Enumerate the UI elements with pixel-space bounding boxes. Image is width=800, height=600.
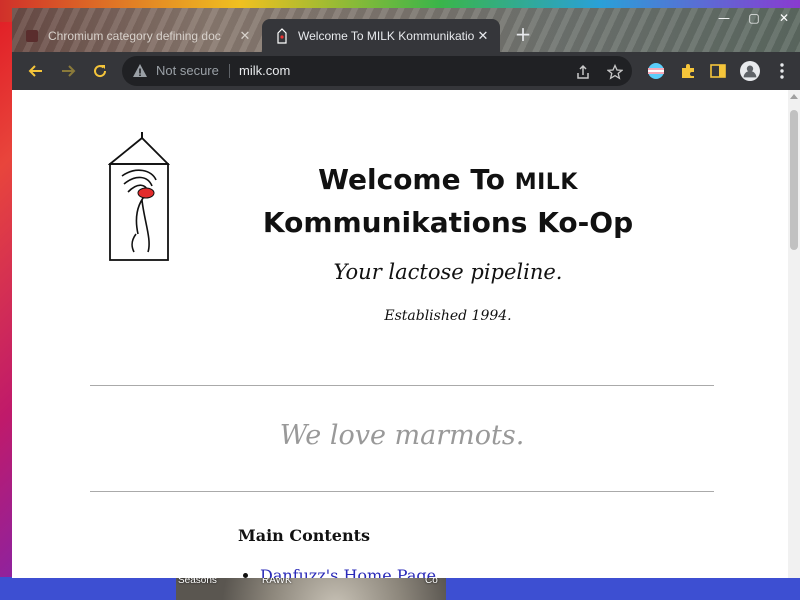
side-panel-icon[interactable] [708, 61, 728, 81]
maximize-icon[interactable]: ▢ [739, 8, 769, 28]
divider [229, 64, 230, 78]
back-button[interactable] [24, 59, 48, 83]
scroll-up-icon[interactable] [790, 94, 798, 99]
forward-button[interactable] [56, 59, 80, 83]
divider [90, 491, 714, 492]
warning-icon[interactable] [132, 63, 148, 83]
close-icon[interactable]: ✕ [474, 28, 492, 44]
browser-window: Chromium category defining doc ✕ Welcome… [12, 8, 800, 578]
tab-title: Chromium category defining doc [48, 28, 221, 43]
scrollbar-thumb[interactable] [790, 110, 798, 250]
close-icon[interactable]: ✕ [236, 28, 254, 44]
forward-arrow-icon [62, 65, 76, 77]
reload-button[interactable] [88, 59, 112, 83]
share-icon[interactable] [574, 63, 592, 81]
milk-carton-favicon-icon [274, 27, 290, 44]
avatar[interactable] [740, 61, 760, 81]
list-item: Danfuzz's Home Page [260, 566, 436, 578]
page-favicon-icon [24, 28, 40, 44]
slogan: We love marmots. [279, 420, 525, 451]
new-tab-button[interactable]: + [512, 24, 534, 44]
extensions-puzzle-icon[interactable] [678, 61, 698, 81]
address-bar[interactable]: Not secure milk.com [122, 56, 632, 86]
url-text[interactable]: milk.com [239, 63, 290, 78]
tab-chromium-doc[interactable]: Chromium category defining doc ✕ [12, 19, 262, 52]
profile-flag-icon[interactable] [646, 61, 666, 81]
menu-kebab-icon[interactable] [772, 61, 792, 81]
reload-icon [94, 65, 107, 78]
tagline: Your lactose pipeline. [333, 260, 563, 284]
page-title: Welcome To MILK Kommunikations Ko-Op [262, 163, 634, 239]
scrollbar[interactable] [788, 90, 800, 578]
established-text: Established 1994. [384, 308, 512, 324]
divider [90, 385, 714, 386]
tab-title: Welcome To MILK Kommunikatio [298, 28, 474, 43]
toolbar: Not secure milk.com [12, 52, 800, 90]
star-bookmark-icon[interactable] [606, 63, 624, 81]
contents-list: Danfuzz's Home Page [238, 566, 436, 578]
section-heading: Main Contents [238, 526, 370, 545]
milk-carton-logo [107, 130, 171, 266]
back-arrow-icon [28, 65, 42, 77]
minimize-icon[interactable]: — [709, 8, 739, 28]
close-window-icon[interactable]: ✕ [769, 8, 799, 28]
tab-milk[interactable]: Welcome To MILK Kommunikatio ✕ [262, 19, 500, 52]
link-danfuzz-home[interactable]: Danfuzz's Home Page [260, 566, 436, 578]
page-content: Welcome To MILK Kommunikations Ko-Op You… [12, 90, 788, 578]
security-status-text[interactable]: Not secure [156, 63, 219, 78]
